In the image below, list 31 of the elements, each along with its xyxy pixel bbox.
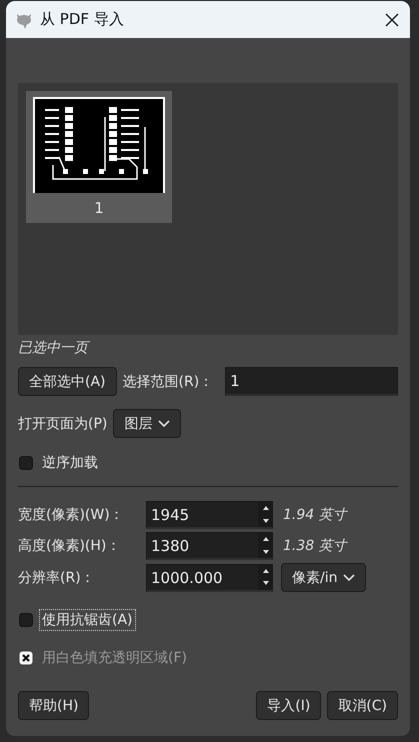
size-in-inches: 1.94 英寸 xyxy=(282,506,349,524)
number-field[interactable]: 1000.000 xyxy=(146,564,273,592)
window-title: 从 PDF 导入 xyxy=(40,10,125,29)
field-label: 分辨率(R)： xyxy=(18,568,96,586)
spin-arrows-icon[interactable] xyxy=(258,502,272,527)
number-field[interactable]: 1380 xyxy=(146,532,273,560)
checkbox[interactable] xyxy=(19,456,33,470)
size-in-inches: 1.38 英寸 xyxy=(282,537,349,555)
help-button[interactable]: 帮助(H) xyxy=(18,691,90,720)
range-label: 选择范围(R)： xyxy=(122,372,214,390)
checkbox-label: 用白色填充透明区域(F) xyxy=(41,649,188,668)
number-field[interactable]: 1945 xyxy=(146,501,273,529)
close-icon[interactable] xyxy=(384,12,400,28)
cancel-button[interactable]: 取消(C) xyxy=(327,691,398,720)
caret-icon xyxy=(158,420,170,428)
checkbox-label: 使用抗锯齿(A) xyxy=(39,609,136,631)
spin-arrows-icon[interactable] xyxy=(258,533,272,558)
open-as-label: 打开页面为(P) xyxy=(18,414,108,432)
select-all-button[interactable]: 全部选中(A) xyxy=(18,367,117,396)
import-button[interactable]: 导入(I) xyxy=(256,691,322,720)
page-thumbnail[interactable]: 1 xyxy=(26,91,172,223)
range-field[interactable]: 1 xyxy=(225,367,398,396)
field-label: 高度(像素)(H)： xyxy=(18,537,122,555)
checkbox-label: 逆序加载 xyxy=(41,454,99,473)
field-label: 宽度(像素)(W)： xyxy=(18,506,125,524)
checkbox[interactable] xyxy=(19,613,33,627)
unit-dropdown[interactable]: 像素/in xyxy=(281,563,366,592)
spin-arrows-icon[interactable] xyxy=(258,564,272,590)
caret-icon xyxy=(343,574,356,582)
open-as-dropdown[interactable]: 图层 xyxy=(113,409,182,438)
selection-status: 已选中一页 xyxy=(18,339,91,357)
